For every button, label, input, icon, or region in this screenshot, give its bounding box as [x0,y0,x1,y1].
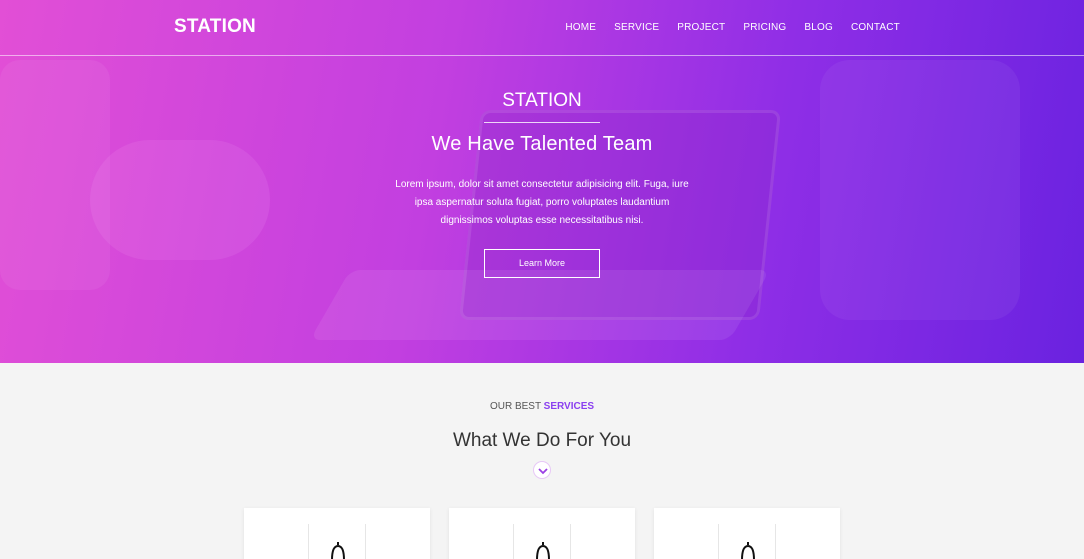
learn-more-button[interactable]: Learn More [484,249,600,278]
services-subtitle: OUR BEST SERVICES [0,401,1084,412]
nav-item-project[interactable]: PROJECT [677,22,725,33]
nav-item-service[interactable]: SERVICE [614,22,659,33]
hero-divider [484,122,600,123]
hero-content: STATION We Have Talented Team Lorem ipsu… [0,90,1084,278]
bell-icon [740,542,756,559]
nav-item-pricing[interactable]: PRICING [743,22,786,33]
navbar: STATION HOME SERVICE PROJECT PRICING BLO… [0,0,1084,56]
service-card[interactable] [654,508,840,559]
nav-item-home[interactable]: HOME [565,22,596,33]
services-subtitle-accent: SERVICES [543,401,595,412]
service-icon-box [513,524,571,559]
bell-icon [535,542,551,559]
service-icon-box [308,524,366,559]
hero-title: We Have Talented Team [431,133,653,155]
hero-brand: STATION [502,90,582,111]
service-card[interactable] [449,508,635,559]
hero-section: STATION HOME SERVICE PROJECT PRICING BLO… [0,0,1084,363]
services-subtitle-prefix: OUR BEST [489,401,541,412]
chevron-down-icon[interactable] [533,461,551,479]
brand-logo[interactable]: STATION [174,16,256,38]
bell-icon [330,542,346,559]
background-shape [309,270,771,340]
services-title: What We Do For You [452,430,632,451]
nav-item-contact[interactable]: CONTACT [851,22,900,33]
nav-menu: HOME SERVICE PROJECT PRICING BLOG CONTAC… [547,22,900,33]
service-card[interactable] [244,508,430,559]
nav-item-blog[interactable]: BLOG [804,22,833,33]
services-section: OUR BEST SERVICES What We Do For You [0,363,1084,559]
service-icon-box [718,524,776,559]
hero-description: Lorem ipsum, dolor sit amet consectetur … [395,179,689,226]
